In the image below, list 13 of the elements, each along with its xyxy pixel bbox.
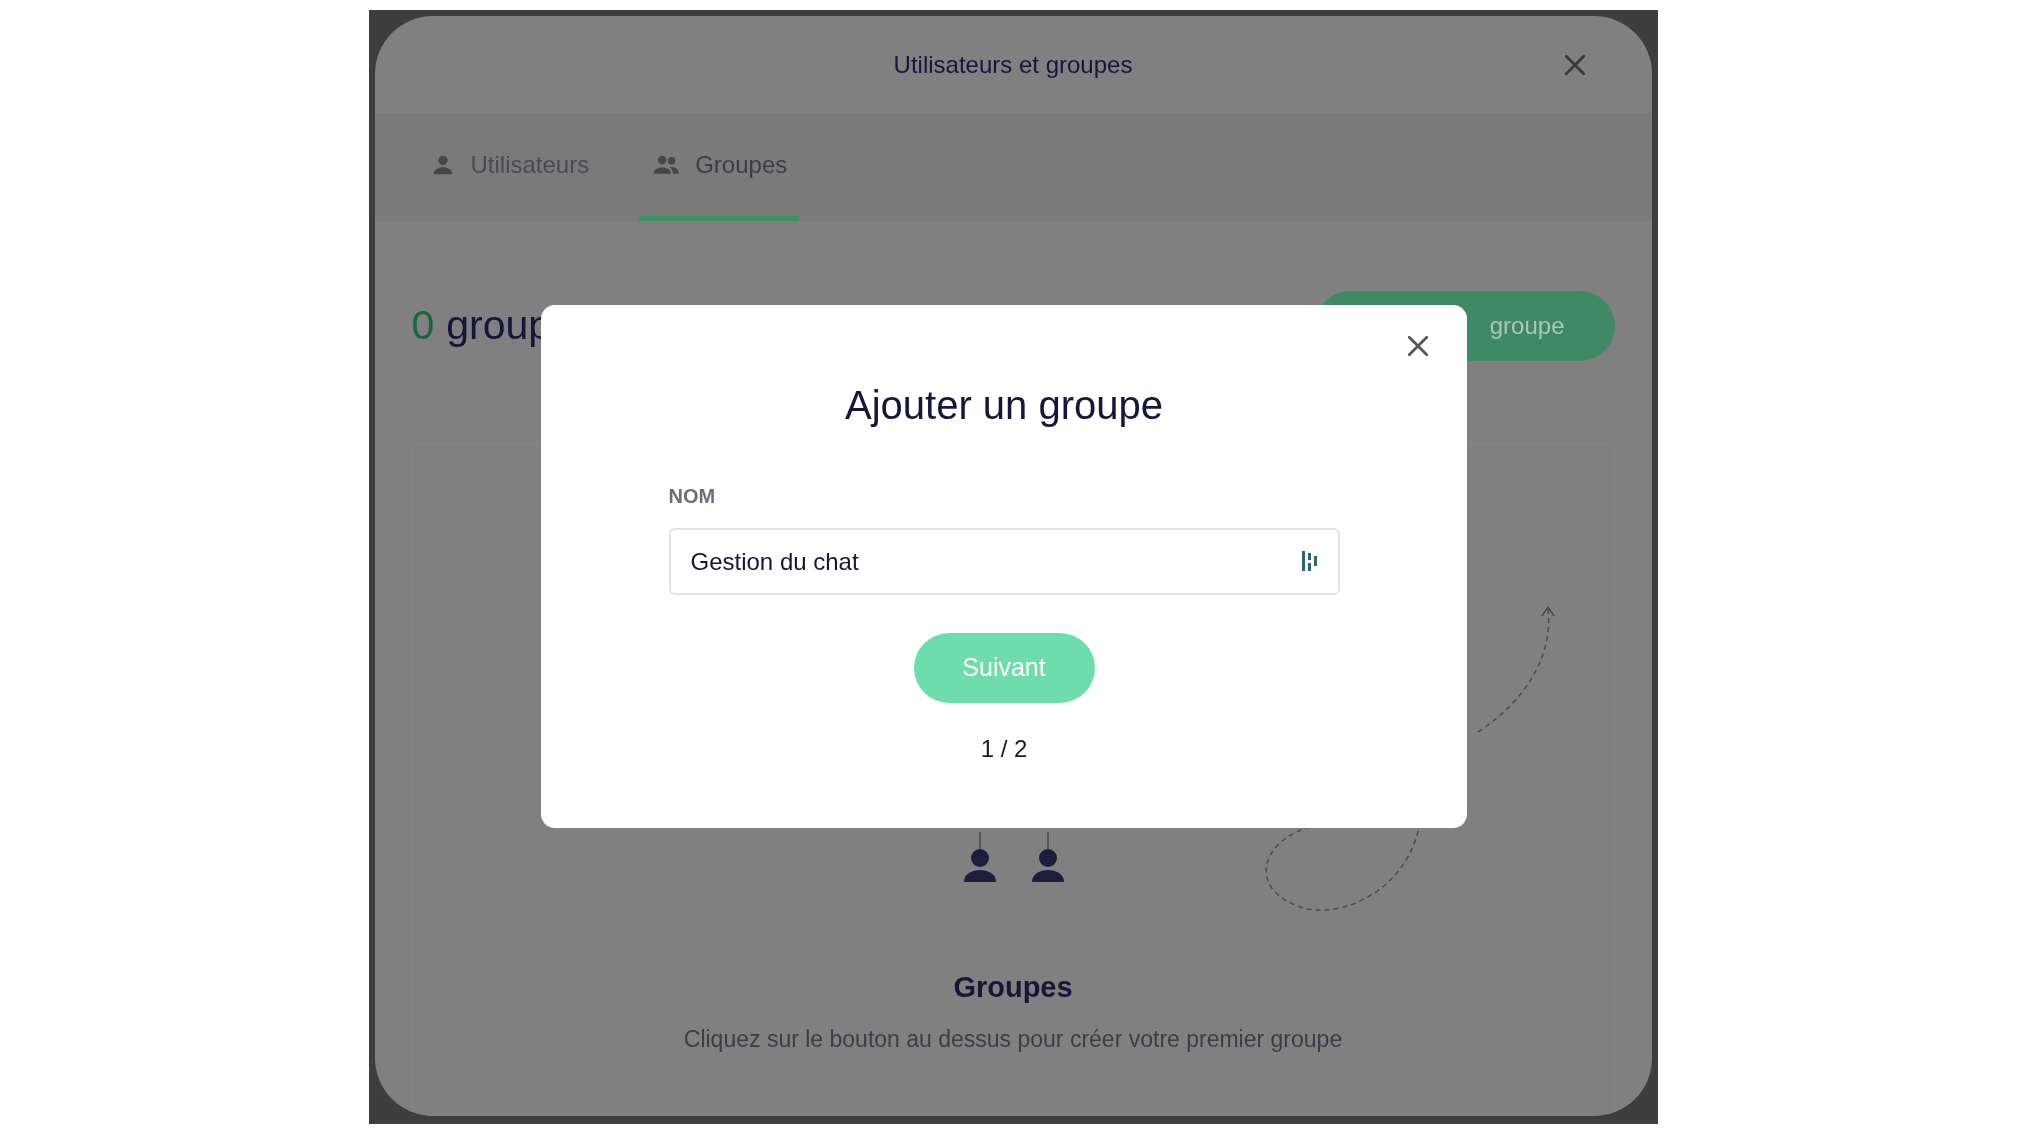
step-indicator: 1 / 2 [980,734,1028,764]
person-drawing [1032,831,1064,882]
name-field[interactable]: Gestion du chat [668,528,1340,595]
person-drawing [964,831,996,882]
empty-state-title: Groupes [953,970,1073,1005]
field-label: NOM [668,484,717,509]
group-count: 0 [411,301,435,351]
empty-state-text: Cliquez sur le bouton au dessus pour créer votre premier groupe [683,1024,1343,1054]
bars-icon [1301,551,1318,571]
tab[interactable]: Groupes [639,113,800,221]
next-button[interactable]: Suivant [913,633,1095,703]
dialog-title: Ajouter un groupe [845,382,1163,429]
window-title: Utilisateurs et groupes [893,49,1133,80]
